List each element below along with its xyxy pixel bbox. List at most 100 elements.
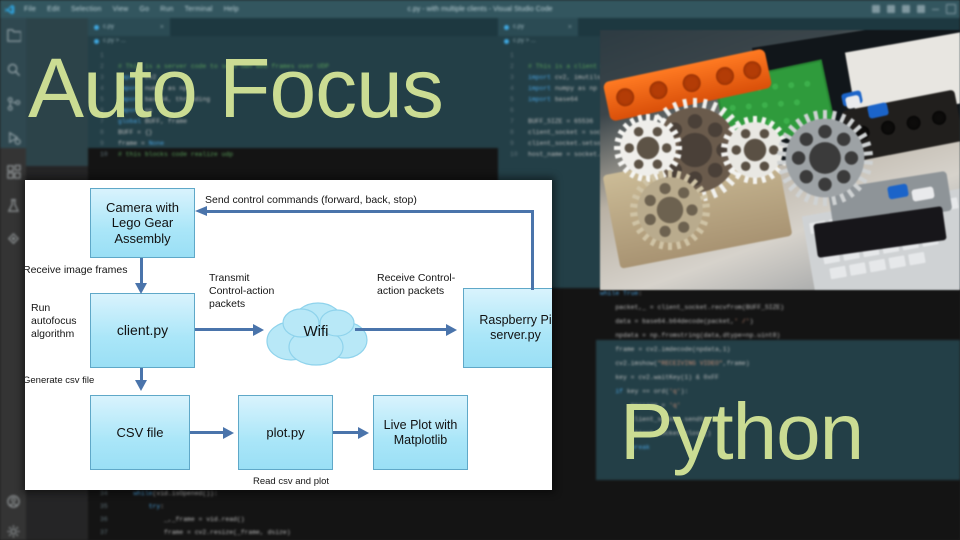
arrowhead	[358, 426, 369, 439]
code-line: npdata = np.fromstring(data,dtype=np.uin…	[600, 332, 781, 339]
diagram-node-plot-py: plot.py	[238, 395, 333, 470]
node-label: Raspberry Pi server.py	[479, 313, 552, 342]
maximize-icon[interactable]	[946, 4, 956, 14]
minimize-icon[interactable]	[932, 8, 939, 10]
accounts-icon[interactable]	[0, 484, 26, 518]
node-label: plot.py	[266, 424, 305, 440]
title-bar: File Edit Selection View Go Run Terminal Help c…	[0, 0, 960, 18]
explorer-icon[interactable]	[0, 18, 26, 52]
code-line: frame = cv2.imdecode(npdata,1)	[600, 346, 731, 353]
page-title-auto-focus: Auto Focus	[28, 41, 444, 135]
source-control-icon[interactable]	[0, 86, 26, 120]
edge-label-read-csv-and-plot: Read csv and plot	[253, 476, 330, 487]
line-number: 6	[510, 107, 514, 114]
code-line: key = cv2.waitKey(1) & 0xFF	[600, 374, 719, 381]
tab-c-py-left[interactable]: c.py ×	[88, 18, 170, 36]
arrow-client-to-wifi	[195, 328, 257, 331]
node-label: client.py	[116, 322, 169, 339]
node-label: Live Plot with Matplotlib	[383, 417, 458, 447]
search-icon[interactable]	[0, 52, 26, 86]
edge-label-send-control-commands: Send control commands (forward, back, st…	[205, 194, 417, 206]
line-number: 35	[100, 503, 108, 510]
breadcrumb-right[interactable]: c.py > ...	[504, 38, 536, 44]
window-controls[interactable]	[872, 0, 956, 18]
arrow-wifi-to-raspberry-pi	[355, 328, 449, 331]
photo-gear	[630, 170, 710, 250]
line-number: 9	[510, 140, 514, 147]
architecture-diagram: Camera with Lego Gear Assembly client.py…	[25, 180, 552, 490]
toggle-primary-sidebar-icon[interactable]	[872, 5, 880, 13]
line-number: 5	[510, 96, 514, 103]
code-line: _,_frame = vid.read()	[118, 516, 245, 523]
code-line: BUFF_SIZE = 65536	[528, 118, 594, 125]
line-number: 10	[100, 151, 108, 158]
toggle-panel-icon[interactable]	[887, 5, 895, 13]
testing-icon[interactable]	[0, 188, 26, 222]
page-subtitle-python: Python	[620, 387, 864, 476]
edge-label-run-autofocus-algorithm: Run autofocus algorithm	[31, 302, 77, 341]
line-number: 36	[100, 516, 108, 523]
line-number: 7	[510, 118, 514, 125]
tab-c-py-right[interactable]: c.py ×	[498, 18, 578, 36]
line-number: 1	[510, 52, 514, 59]
line-number: 2	[510, 63, 514, 70]
code-line: packet,_ = client_socket.recvfrom(BUFF_S…	[600, 304, 785, 311]
remote-explorer-icon[interactable]	[0, 222, 26, 256]
arrowhead	[195, 206, 207, 216]
code-line: cv2.imshow("RECEIVING VIDEO",frame)	[600, 360, 750, 367]
edge-label-receive-image-frames: Receive image frames	[25, 264, 128, 276]
line-number: 34	[100, 490, 108, 497]
window-title: c.py - with multiple clients - Visual St…	[407, 5, 553, 13]
code-line: # this blocks code realize udp	[118, 151, 234, 158]
line-number: 37	[100, 529, 108, 536]
code-line: frame = None	[118, 140, 165, 147]
tab-label: c.py	[103, 24, 115, 30]
code-line: data = base64.b64decode(packet,' /')	[600, 318, 754, 325]
line-number: 4	[510, 85, 514, 92]
node-label: CSV file	[116, 424, 164, 440]
arrow-csv-to-plot	[190, 431, 226, 434]
code-line: frame = cv2.resize(_frame, dsize)	[118, 529, 291, 536]
edge-label-receive-control-action-packets: Receive Control-action packets	[377, 272, 456, 298]
node-label: Camera with Lego Gear Assembly	[106, 200, 179, 246]
arrowhead	[135, 380, 147, 391]
edge-label-transmit-control-action-packets: Transmit Control-action packets	[209, 272, 275, 311]
arrow-plot-to-liveplot	[333, 431, 361, 434]
line-number: 8	[510, 129, 514, 136]
arrowhead	[135, 283, 147, 294]
code-line: try:	[148, 503, 165, 510]
tab-label: c.py	[513, 24, 525, 30]
diagram-node-client-py: client.py	[90, 293, 195, 368]
line-number: 10	[510, 151, 518, 158]
arrowhead	[253, 323, 264, 336]
python-file-icon	[504, 38, 509, 44]
close-icon[interactable]: ×	[160, 24, 164, 31]
arrow-raspberry-pi-to-camera-vertical	[531, 210, 534, 290]
diagram-node-camera: Camera with Lego Gear Assembly	[90, 188, 195, 258]
diagram-node-live-plot: Live Plot with Matplotlib	[373, 395, 468, 470]
close-icon[interactable]: ×	[568, 24, 572, 31]
code-line: import numpy as np	[528, 85, 598, 92]
line-number: 3	[510, 74, 514, 81]
screenshot-root: c.py × c.py > ... c.py × c.py > ... 1 2 # …	[0, 0, 960, 540]
settings-gear-icon[interactable]	[0, 514, 26, 540]
edge-label-generate-csv-file: Generate csv file	[25, 375, 95, 386]
python-file-icon	[504, 24, 509, 30]
code-line: import base64	[528, 96, 578, 103]
arrowhead	[223, 426, 234, 439]
arrowhead	[446, 323, 457, 336]
lego-gear-assembly-photo	[600, 30, 960, 290]
customize-layout-icon[interactable]	[917, 5, 925, 13]
toggle-secondary-sidebar-icon[interactable]	[902, 5, 910, 13]
extensions-icon[interactable]	[0, 154, 26, 188]
code-line: while(vid.isOpened()):	[133, 490, 218, 497]
diagram-node-csv-file: CSV file	[90, 395, 190, 470]
python-file-icon	[94, 24, 99, 30]
run-and-debug-icon[interactable]	[0, 120, 26, 154]
arrow-raspberry-pi-to-camera-horizontal	[205, 210, 533, 213]
line-number: 9	[100, 140, 104, 147]
code-line: while True:	[600, 290, 643, 297]
breadcrumb-text: c.py > ...	[513, 38, 536, 44]
photo-gear	[777, 110, 873, 206]
diagram-node-raspberry-pi: Raspberry Pi server.py	[463, 288, 552, 368]
